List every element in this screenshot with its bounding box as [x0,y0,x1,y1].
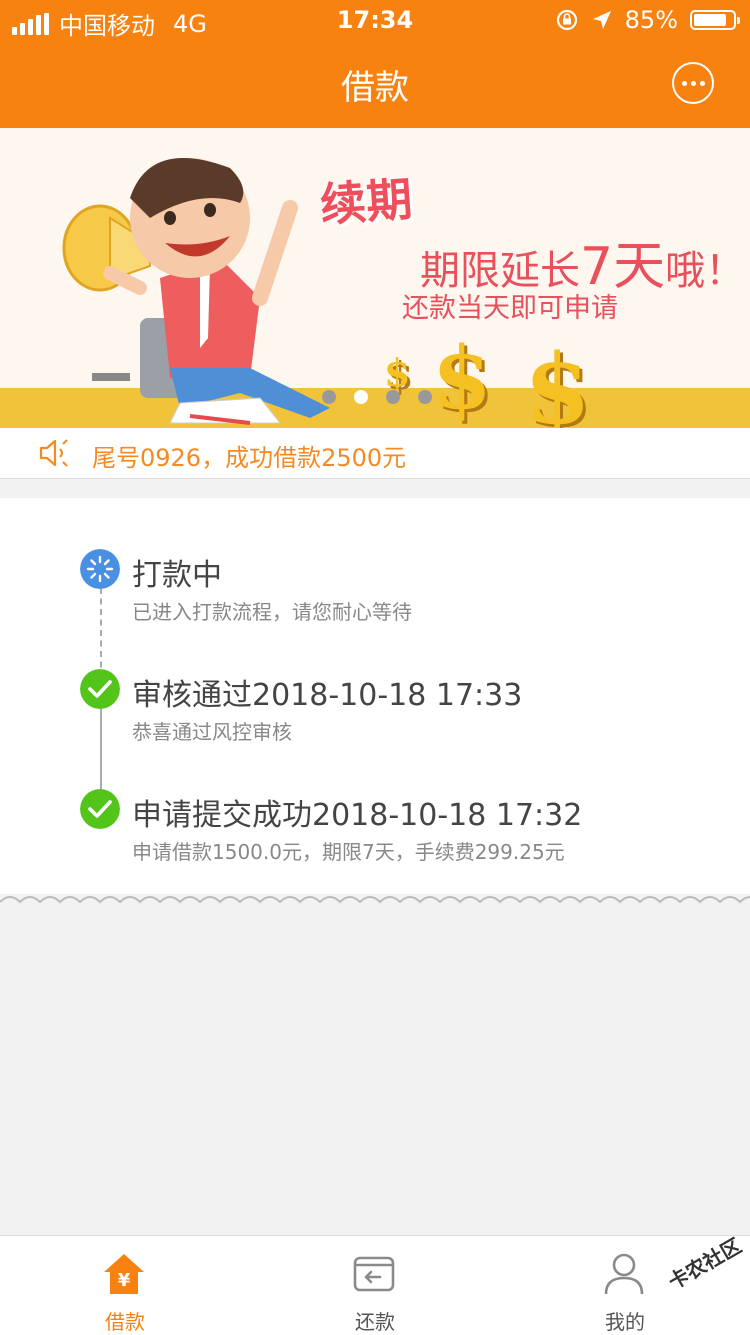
banner-line2: 还款当天即可申请 [402,293,618,324]
promo-banner[interactable]: 续期 期限延长7天哦！ 还款当天即可申请 $ $ $ [0,128,750,428]
banner-headline: 续期 [318,171,414,233]
speaker-icon [39,439,68,467]
nav-bar: 借款 [0,40,750,128]
status-bar: 中国移动 4G 17:34 85% [0,0,750,40]
ticket-wave-edge [0,896,750,904]
dollar-icon: $ [384,350,411,395]
banner-page-dot[interactable] [418,390,432,404]
user-icon [604,1253,644,1295]
banner-page-dot[interactable] [322,390,336,404]
check-circle-icon [80,789,120,829]
tab-repay[interactable]: 还款 [250,1236,500,1335]
tab-label: 我的 [605,1310,645,1334]
banner-line1-suffix: 哦！ [665,248,746,294]
step-desc: 恭喜通过风控审核 [132,720,292,744]
step-title: 申请提交成功2018-10-18 17:32 [132,798,583,833]
banner-pagination[interactable] [322,390,432,404]
timeline-solid-line [100,708,102,798]
step-title: 打款中 [132,558,222,593]
page-title: 借款 [341,68,409,108]
svg-text:¥: ¥ [118,1270,131,1291]
notice-text: 尾号0926，成功借款2500元 [92,444,407,472]
processing-spinner-icon [80,549,120,589]
banner-page-dot[interactable] [354,390,368,404]
step-desc: 已进入打款流程，请您耐心等待 [132,600,412,624]
banner-page-dot[interactable] [386,390,400,404]
battery-percent: 85% [624,6,678,34]
dollar-icon: $ [524,333,591,428]
loan-status-card: 打款中 已进入打款流程，请您耐心等待 审核通过2018-10-18 17:33 … [0,498,750,894]
battery-icon [690,10,740,30]
location-arrow-icon [592,11,611,29]
battery-fill [694,14,727,26]
dollar-icon: $ [432,328,492,428]
step-desc: 申请借款1500.0元，期限7天，手续费299.25元 [132,840,565,864]
notice-bar: 尾号0926，成功借款2500元 [0,428,750,479]
tab-bar: ¥ 借款 还款 我的 [0,1235,750,1335]
rotation-lock-icon [556,9,577,31]
tab-label: 借款 [105,1310,145,1334]
repay-card-icon [353,1256,395,1292]
step-title: 审核通过2018-10-18 17:33 [132,678,523,713]
more-dots-icon[interactable] [672,62,714,104]
home-yen-icon: ¥ [104,1254,144,1294]
timeline-dashed-line [100,588,102,678]
tab-label: 还款 [355,1310,395,1334]
tab-borrow[interactable]: ¥ 借款 [0,1236,250,1335]
check-circle-icon [80,669,120,709]
